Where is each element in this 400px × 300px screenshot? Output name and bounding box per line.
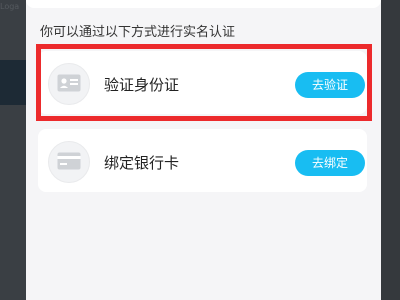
option-card-id-verification[interactable]: 验证身份证 去验证 [38, 51, 367, 114]
option-label-id-verification: 验证身份证 [104, 76, 180, 94]
verification-sheet: 你可以通过以下方式进行实名认证 验证身份证 去验证 绑定银行卡 去绑定 [26, 0, 381, 300]
background-dark-block [0, 60, 26, 105]
bind-bank-card-button[interactable]: 去绑定 [295, 150, 365, 176]
background-partial-text: Loga [0, 2, 20, 11]
section-title: 你可以通过以下方式进行实名认证 [40, 25, 236, 40]
verify-id-button[interactable]: 去验证 [295, 72, 365, 98]
id-card-icon [48, 63, 90, 105]
background-panel-right [381, 0, 400, 300]
bank-card-icon [48, 141, 90, 183]
option-card-bank-card[interactable]: 绑定银行卡 去绑定 [38, 129, 367, 192]
background-panel-left [0, 0, 26, 300]
sheet-top-strip [26, 0, 381, 8]
option-label-bank-card: 绑定银行卡 [104, 154, 180, 172]
